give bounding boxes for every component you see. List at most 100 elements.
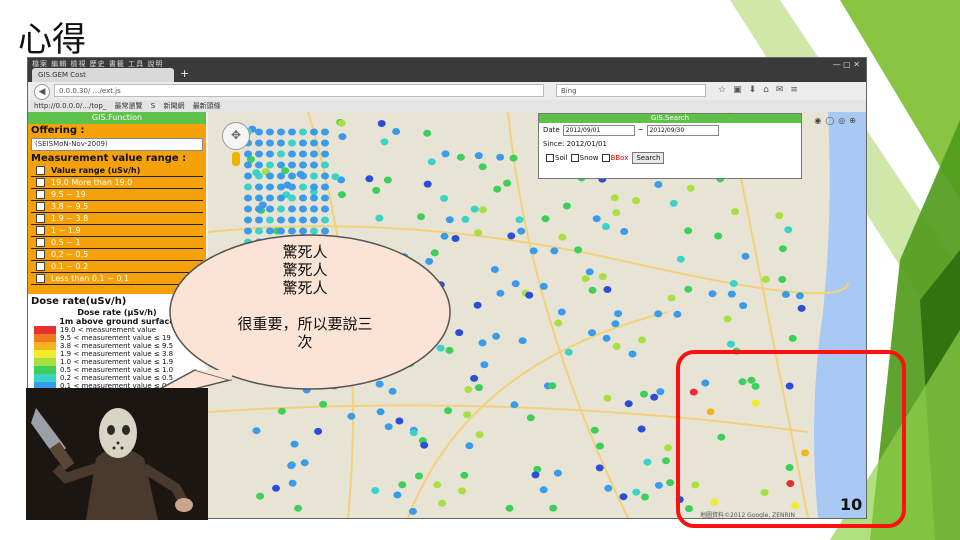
measurement-marker[interactable] [525,291,534,299]
measurement-marker[interactable] [255,139,263,147]
checkbox[interactable] [36,262,45,271]
measurement-marker[interactable] [574,246,583,254]
measurement-marker[interactable] [628,350,637,358]
browser-tab[interactable]: GIS.GEM Cost [32,68,174,82]
measurement-marker[interactable] [321,161,329,169]
measurement-marker[interactable] [666,479,675,487]
measurement-marker[interactable] [375,214,384,222]
measurement-marker[interactable] [255,150,263,158]
measurement-marker[interactable] [510,401,519,409]
measurement-marker[interactable] [266,128,274,136]
measurement-marker[interactable] [526,414,535,422]
measurement-marker[interactable] [654,481,663,489]
measurement-marker[interactable] [440,194,449,202]
checkbox[interactable] [36,226,45,235]
measurement-marker[interactable] [310,205,318,213]
measurement-marker[interactable] [299,216,307,224]
measurement-marker[interactable] [321,128,329,136]
measurement-marker[interactable] [310,150,318,158]
measurement-marker[interactable] [310,183,318,191]
measurement-marker[interactable] [465,442,474,450]
date-from-input[interactable]: 2012/09/01 [562,124,635,136]
measurement-marker[interactable] [620,228,629,235]
measurement-marker[interactable] [549,504,558,512]
measurement-marker[interactable] [612,342,621,350]
measurement-marker[interactable] [603,286,612,293]
measurement-marker[interactable] [731,208,739,216]
measurement-marker[interactable] [614,310,623,318]
measurement-marker[interactable] [423,129,432,137]
measurement-marker[interactable] [255,216,263,224]
measurement-marker[interactable] [277,205,285,213]
measurement-marker[interactable] [632,197,641,205]
bookmark-item[interactable]: 新聞網 [163,102,184,110]
measurement-marker[interactable] [474,152,483,160]
measurement-marker[interactable] [641,493,649,501]
measurement-marker[interactable] [529,247,538,255]
measurement-marker[interactable] [310,128,318,136]
measurement-marker[interactable] [474,384,483,392]
measurement-marker[interactable] [266,194,274,202]
measurement-marker[interactable] [244,150,252,158]
measurement-marker[interactable] [299,150,307,158]
measurement-marker[interactable] [299,205,307,213]
measurement-marker[interactable] [393,491,402,499]
toolbar-icons[interactable]: ☆▣⬇⌂✉≡ [718,85,805,95]
measurement-marker[interactable] [784,226,793,234]
measurement-marker[interactable] [496,289,505,297]
measurement-marker[interactable] [299,139,307,147]
measurement-marker[interactable] [445,216,454,224]
measurement-marker[interactable] [598,273,607,281]
measurement-marker[interactable] [664,444,673,452]
measurement-marker[interactable] [778,245,787,253]
measurement-marker[interactable] [288,161,296,169]
measurement-marker[interactable] [473,301,482,309]
value-range-row[interactable]: 1.9 ~ 3.8 [31,213,203,225]
measurement-marker[interactable] [601,223,610,230]
measurement-marker[interactable] [321,139,329,147]
value-range-header[interactable]: Value range (uSv/h) [31,165,203,177]
measurement-marker[interactable] [619,493,628,501]
offering-select[interactable]: (SEISMoN-Nov-2009) [31,138,203,151]
map-toolbar[interactable]: ◉◯◎⊕ [814,116,860,125]
checkbox[interactable] [36,202,45,211]
measurement-marker[interactable] [377,120,386,127]
measurement-marker[interactable] [420,441,429,449]
measurement-marker[interactable] [310,172,318,180]
value-range-row[interactable]: 3.8 ~ 9.5 [31,201,203,213]
measurement-marker[interactable] [727,290,736,298]
search-input[interactable]: Bing [556,84,706,97]
soil-checkbox[interactable] [546,154,554,162]
measurement-marker[interactable] [288,216,296,224]
measurement-marker[interactable] [458,487,467,495]
measurement-marker[interactable] [517,227,526,235]
street-view-icon[interactable] [232,152,240,166]
measurement-marker[interactable] [460,471,469,479]
bookmark-item[interactable]: http://0.0.0.0/.../top_ [34,102,106,110]
measurement-marker[interactable] [299,128,307,136]
measurement-marker[interactable] [266,172,274,180]
measurement-marker[interactable] [686,184,695,192]
measurement-marker[interactable] [266,205,274,213]
measurement-marker[interactable] [503,179,512,187]
measurement-marker[interactable] [726,340,735,348]
measurement-marker[interactable] [654,310,663,318]
measurement-marker[interactable] [433,481,442,489]
measurement-marker[interactable] [553,469,562,477]
measurement-marker[interactable] [266,139,274,147]
measurement-marker[interactable] [548,382,557,390]
measurement-marker[interactable] [266,150,274,158]
measurement-marker[interactable] [650,393,659,401]
measurement-marker[interactable] [624,400,633,408]
measurement-marker[interactable] [331,173,340,181]
window-controls[interactable]: — ▢ ✕ [833,60,860,69]
measurement-marker[interactable] [266,216,274,224]
measurement-marker[interactable] [321,183,329,191]
checkbox[interactable] [36,166,45,175]
checkbox[interactable] [36,250,45,259]
measurement-marker[interactable] [408,507,417,515]
measurement-marker[interactable] [383,176,392,184]
measurement-marker[interactable] [288,194,296,202]
measurement-marker[interactable] [299,161,307,169]
measurement-marker[interactable] [321,194,329,202]
